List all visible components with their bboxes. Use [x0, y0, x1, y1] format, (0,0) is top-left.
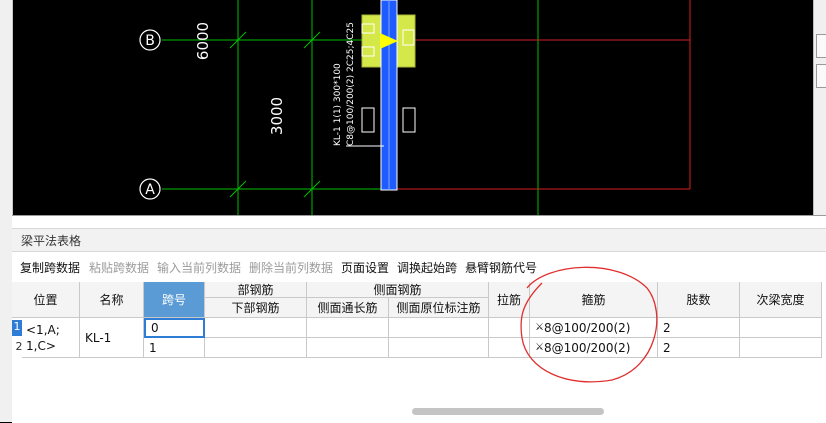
beam-table-panel: 梁平法表格 复制跨数据 粘贴跨数据 输入当前列数据 删除当前列数据 页面设置 调… — [12, 215, 826, 423]
row-number[interactable]: 1 — [12, 320, 22, 336]
span-cell-editing[interactable]: 0 — [144, 318, 205, 338]
dim-text-6000: 6000 — [194, 22, 212, 60]
col-header-name[interactable]: 名称 — [80, 282, 144, 318]
swap-start-span-button[interactable]: 调换起始跨 — [397, 259, 457, 276]
col-header-position[interactable]: 位置 — [12, 282, 80, 318]
bottom-rebar-cell[interactable] — [205, 318, 307, 338]
secondary-width-cell[interactable] — [740, 338, 822, 358]
axis-b-label: B — [145, 33, 155, 49]
col-header-side-through[interactable]: 侧面通长筋 — [307, 298, 389, 318]
input-column-data-button[interactable]: 输入当前列数据 — [157, 259, 241, 276]
col-header-bottom-rebar[interactable]: 下部钢筋 — [205, 298, 307, 318]
rebar-box — [402, 107, 416, 133]
table-toolbar: 复制跨数据 粘贴跨数据 输入当前列数据 删除当前列数据 页面设置 调换起始跨 悬… — [12, 256, 826, 278]
cad-drawing-canvas[interactable]: B A 6000 3000 KL-1 1(1) 300*100 C8@100/2… — [0, 0, 826, 215]
col-header-span-no[interactable]: 跨号 — [144, 282, 205, 318]
panel-title-bar[interactable]: 梁平法表格 — [12, 228, 826, 252]
side-button[interactable] — [816, 34, 826, 58]
col-header-secondary-width[interactable]: 次梁宽度 — [740, 282, 822, 318]
red-highlight-circle — [520, 266, 658, 383]
side-original-cell[interactable] — [389, 338, 489, 358]
secondary-width-cell[interactable] — [740, 318, 822, 338]
col-header-legs[interactable]: 肢数 — [658, 282, 740, 318]
axis-a-label: A — [145, 182, 155, 198]
side-through-cell[interactable] — [307, 318, 389, 338]
side-through-cell[interactable] — [307, 338, 389, 358]
beam-annotation-line1: KL-1 1(1) 300*100 — [333, 63, 343, 146]
panel-title: 梁平法表格 — [21, 234, 82, 248]
side-button[interactable] — [816, 64, 826, 88]
col-group-side-rebar: 侧面钢筋 — [307, 282, 489, 298]
col-header-side-original[interactable]: 侧面原位标注筋 — [389, 298, 489, 318]
rebar-box — [361, 107, 375, 133]
position-cell[interactable]: <1,A; 1,C> — [22, 318, 80, 358]
paste-span-data-button[interactable]: 粘贴跨数据 — [89, 259, 149, 276]
horizontal-scrollbar[interactable] — [412, 408, 604, 415]
page-setup-button[interactable]: 页面设置 — [341, 259, 389, 276]
dim-text-3000: 3000 — [268, 97, 286, 135]
copy-span-data-button[interactable]: 复制跨数据 — [20, 259, 80, 276]
name-cell[interactable]: KL-1 — [80, 318, 144, 358]
beam-annotation-line2: C8@100/200(2) 2C25;4C25 — [346, 22, 356, 146]
bottom-rebar-cell[interactable] — [205, 338, 307, 358]
col-group-bottom-rebar: 部钢筋 — [205, 282, 307, 298]
legs-cell[interactable]: 2 — [658, 338, 740, 358]
delete-column-data-button[interactable]: 删除当前列数据 — [249, 259, 333, 276]
side-original-cell[interactable] — [389, 318, 489, 338]
legs-cell[interactable]: 2 — [658, 318, 740, 338]
cad-drawing-svg[interactable]: B A 6000 3000 KL-1 1(1) 300*100 C8@100/2… — [0, 0, 826, 215]
span-cell[interactable]: 1 — [144, 338, 205, 358]
right-toolbar-strip — [813, 0, 826, 215]
